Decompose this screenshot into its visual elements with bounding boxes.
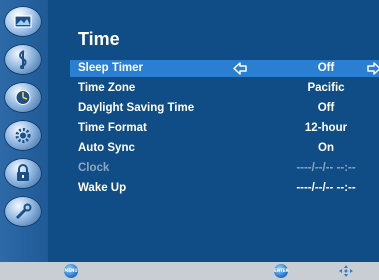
settings-icon-glyph <box>15 128 31 143</box>
enter-key-icon: ENTER <box>274 264 289 278</box>
menu-sidebar <box>0 0 48 262</box>
menu-item-value: Off <box>317 62 335 74</box>
channel-icon-glyph <box>15 90 31 105</box>
lock-icon[interactable] <box>4 158 42 189</box>
enter-key-label: ENTER <box>274 268 289 273</box>
menu-item-wake-up[interactable]: Wake Up ----/--/-- --:-- <box>70 180 379 197</box>
page-title: Time <box>78 29 120 49</box>
menu-item-label: Clock <box>78 162 110 174</box>
menu-item-clock: Clock ----/--/-- --:-- <box>70 160 379 177</box>
lock-icon-glyph <box>17 164 29 181</box>
settings-icon[interactable] <box>4 120 42 151</box>
menu-item-value: ----/--/-- --:-- <box>296 182 356 194</box>
menu-item-auto-sync[interactable]: Auto Sync On <box>70 140 379 157</box>
tools-icon[interactable] <box>4 196 42 227</box>
menu-item-time-zone[interactable]: Time Zone Pacific <box>70 80 379 97</box>
key-hint-bar: MENU ENTER <box>0 262 379 280</box>
navigate-arrows-icon <box>339 265 353 277</box>
menu-item-sleep-timer[interactable]: Sleep Timer Off <box>70 60 379 77</box>
menu-item-label: Time Format <box>78 122 147 134</box>
menu-item-daylight-saving-time[interactable]: Daylight Saving Time Off <box>70 100 379 117</box>
channel-icon[interactable] <box>4 82 42 113</box>
arrow-left-icon[interactable] <box>232 61 248 76</box>
menu-item-value: Pacific <box>307 82 345 94</box>
menu-item-value: ----/--/-- --:-- <box>296 162 356 174</box>
menu-item-label: Wake Up <box>78 182 127 194</box>
menu-item-value: 12-hour <box>304 122 348 134</box>
menu-item-value: Off <box>317 102 335 114</box>
tools-icon-glyph <box>15 203 32 220</box>
menu-item-label: Daylight Saving Time <box>78 102 195 114</box>
menu-item-label: Auto Sync <box>78 142 135 154</box>
menu-item-value: On <box>318 142 334 154</box>
picture-icon-glyph <box>14 15 32 28</box>
menu-item-label: Sleep Timer <box>78 62 143 74</box>
menu-item-time-format[interactable]: Time Format 12-hour <box>70 120 379 137</box>
arrow-right-icon[interactable] <box>366 61 379 76</box>
menu-key-label: MENU <box>64 268 78 273</box>
menu-key-icon: MENU <box>64 264 78 278</box>
picture-icon[interactable] <box>4 6 42 37</box>
menu-item-label: Time Zone <box>78 82 136 94</box>
tv-osd-screen: Time Sleep Timer Off Time Zone Pacific D… <box>0 0 379 280</box>
sound-icon[interactable] <box>4 44 42 75</box>
sound-icon-glyph <box>19 50 27 69</box>
